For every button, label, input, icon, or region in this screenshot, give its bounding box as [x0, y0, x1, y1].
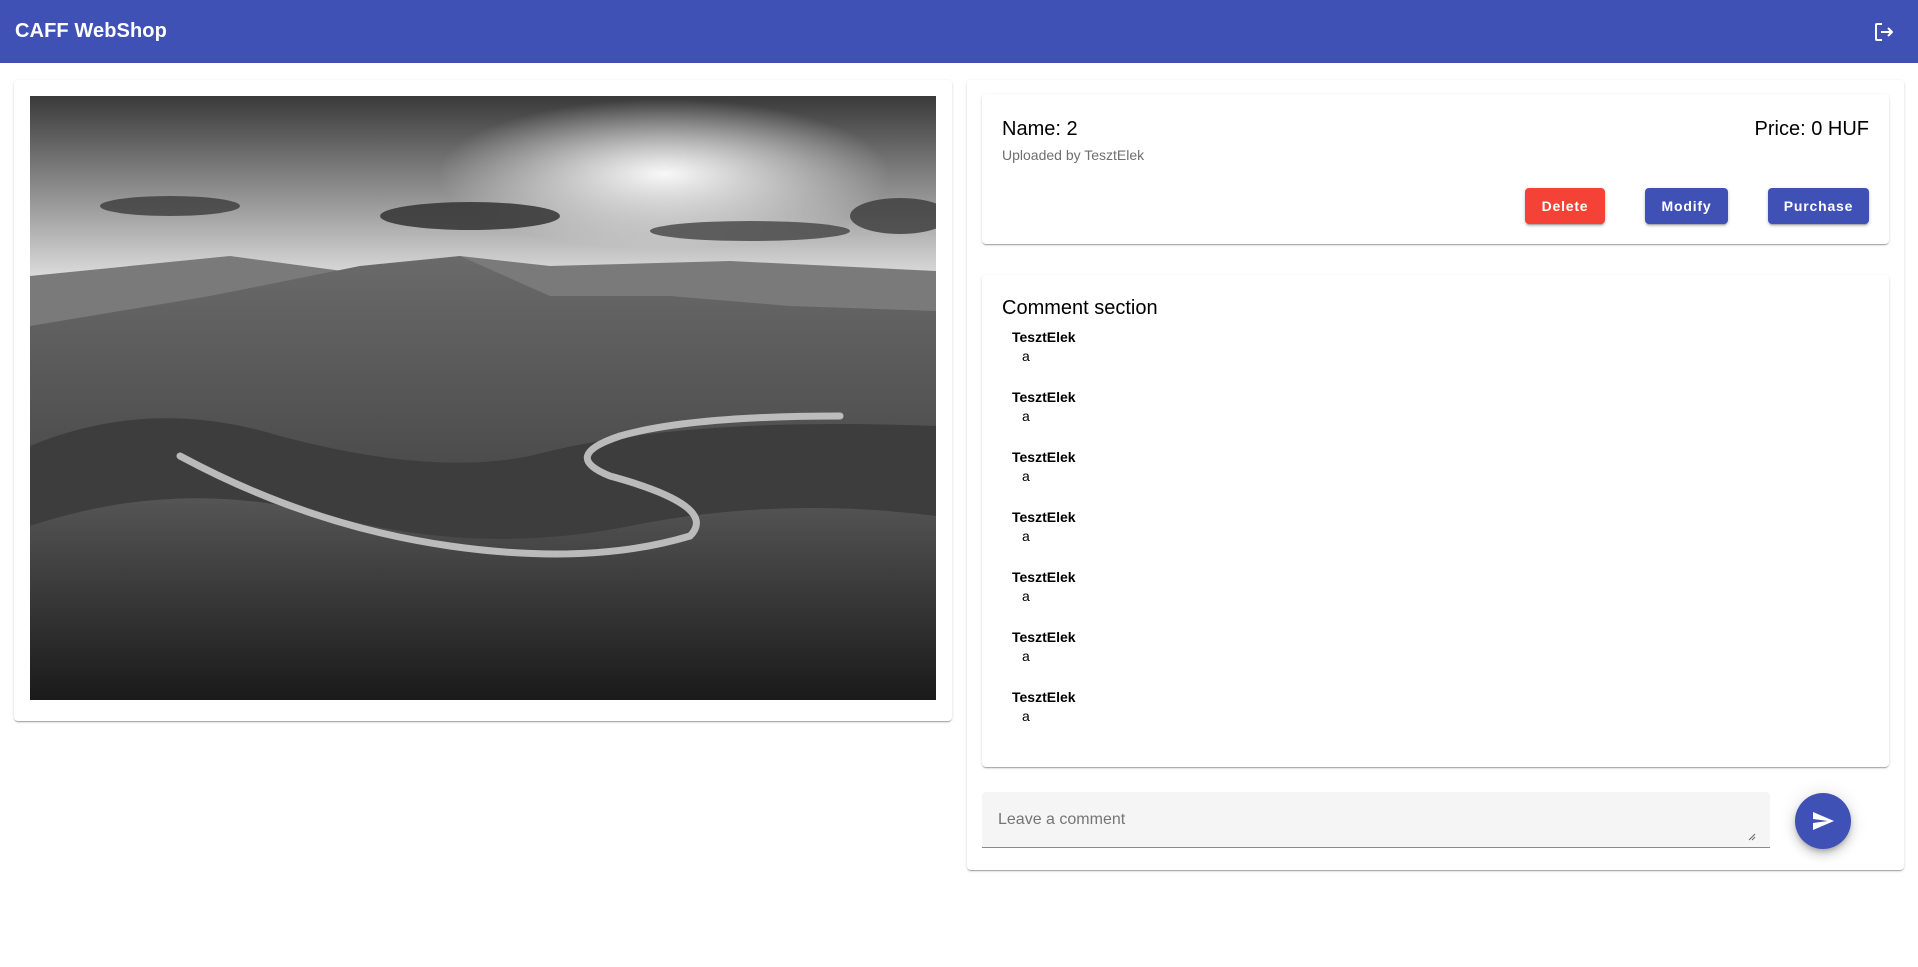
comment-text: a — [1022, 408, 1030, 424]
product-info-card: Name: 2 Uploaded by TesztElek Price: 0 H… — [982, 94, 1889, 244]
send-comment-button[interactable] — [1795, 793, 1851, 849]
comment-author: TesztElek — [1012, 329, 1076, 345]
comment-author: TesztElek — [1012, 449, 1076, 465]
comment-author: TesztElek — [1012, 509, 1076, 525]
comment-item: TesztElek a — [1002, 388, 1869, 448]
comment-author: TesztElek — [1012, 689, 1076, 705]
app-title: CAFF WebShop — [15, 20, 167, 42]
logout-icon — [1875, 22, 1893, 41]
comment-item: TesztElek a — [1002, 448, 1869, 508]
image-card — [14, 80, 952, 721]
comment-author: TesztElek — [1012, 389, 1076, 405]
comments-card: Comment section TesztElek a TesztElek a … — [982, 275, 1889, 767]
comments-list: TesztElek a TesztElek a TesztElek a Tesz… — [1002, 328, 1869, 748]
comments-title: Comment section — [1002, 297, 1158, 319]
comment-text: a — [1022, 708, 1030, 724]
logout-button[interactable] — [1870, 18, 1898, 46]
resize-handle-icon[interactable] — [1746, 831, 1756, 841]
delete-button[interactable]: Delete — [1525, 188, 1605, 224]
comment-item: TesztElek a — [1002, 628, 1869, 688]
comment-item: TesztElek a — [1002, 508, 1869, 568]
comment-item: TesztElek a — [1002, 688, 1869, 748]
comment-author: TesztElek — [1012, 629, 1076, 645]
action-buttons: Delete Modify Purchase — [1525, 188, 1869, 224]
comment-item: TesztElek a — [1002, 568, 1869, 628]
landscape-image — [30, 96, 936, 700]
product-image — [30, 96, 936, 700]
comment-item: TesztElek a — [1002, 328, 1869, 388]
comment-input[interactable] — [982, 792, 1770, 847]
modify-button[interactable]: Modify — [1645, 188, 1728, 224]
uploader-label: Uploaded by TesztElek — [1002, 147, 1145, 163]
comment-field — [982, 792, 1770, 848]
top-toolbar: CAFF WebShop — [0, 0, 1918, 63]
comment-author: TesztElek — [1012, 569, 1076, 585]
comment-text: a — [1022, 348, 1030, 364]
comment-text: a — [1022, 648, 1030, 664]
product-name: Name: 2 — [1002, 118, 1078, 140]
comment-text: a — [1022, 528, 1030, 544]
comment-text: a — [1022, 468, 1030, 484]
comment-text: a — [1022, 588, 1030, 604]
product-price: Price: 0 HUF — [1754, 118, 1869, 140]
purchase-button[interactable]: Purchase — [1768, 188, 1869, 224]
send-icon — [1813, 812, 1834, 830]
